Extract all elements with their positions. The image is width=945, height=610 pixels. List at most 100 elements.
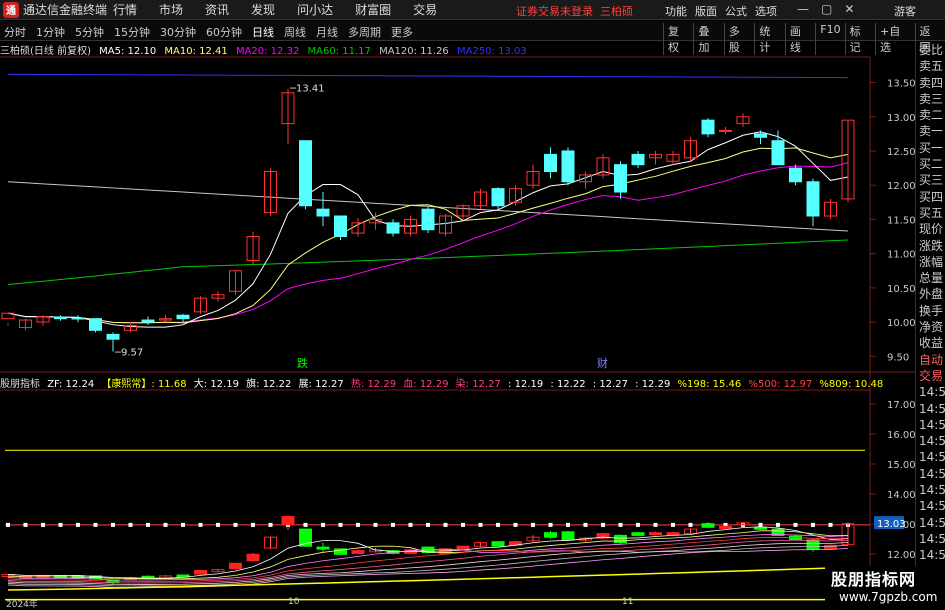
price-axis-label: 9.50 xyxy=(887,352,909,363)
ind-dot xyxy=(636,522,640,527)
ind-dot xyxy=(6,522,10,527)
quote-label: 14:56 xyxy=(919,385,945,400)
ma10-line xyxy=(7,147,849,324)
quote-label: 14:56 xyxy=(919,417,945,432)
kline-chart[interactable]: 13.50 13.00 12.50 12.00 11.50 11.00 10.50 10.00… xyxy=(0,0,915,609)
quote-label: 委比 xyxy=(919,43,944,57)
candle-body xyxy=(544,153,557,173)
ind-current-label: 13.03 xyxy=(877,519,906,530)
quote-label: 卖二 xyxy=(919,108,944,123)
quote-label: 净资 xyxy=(919,320,944,335)
date-nov: 11 xyxy=(622,597,634,607)
quote-label: 现价 xyxy=(919,222,944,237)
watermark-url: www.7gpzb.com xyxy=(839,590,938,604)
ind-dot xyxy=(618,522,623,527)
quote-label: 14:56 xyxy=(919,548,945,563)
ind-dot xyxy=(23,522,28,527)
quote-label: 卖五 xyxy=(919,59,944,74)
quote-label: 交易 xyxy=(919,368,944,383)
quote-label: 14:56 xyxy=(919,531,945,546)
ind-candle-body xyxy=(351,550,365,554)
ind-candle-body xyxy=(666,532,680,536)
candle-body xyxy=(71,317,85,320)
ind-candle-body xyxy=(631,532,645,536)
ind-candle-body xyxy=(316,546,330,550)
quote-label: 总量 xyxy=(919,271,944,286)
candle-body xyxy=(491,188,505,207)
ind-axis-label: 15.00 xyxy=(887,460,915,471)
ind-dot xyxy=(163,522,168,527)
quote-label: 14:56 xyxy=(919,483,945,498)
price-axis-label: 12.50 xyxy=(887,147,915,158)
candle-body xyxy=(386,222,400,234)
ind-dot xyxy=(688,522,693,527)
ind-axis-label: 14.00 xyxy=(887,490,915,501)
ind-dot xyxy=(76,522,80,527)
date-year: 2024年 xyxy=(6,600,38,610)
ind-candle-body xyxy=(229,562,242,570)
ind-dot xyxy=(58,522,63,527)
ind-dot xyxy=(338,522,343,527)
candle-body xyxy=(701,119,715,135)
ind-dot xyxy=(513,522,518,527)
price-axis-label: 10.50 xyxy=(887,284,915,295)
ind-dot xyxy=(198,522,203,527)
ind-dot xyxy=(111,522,115,527)
quote-label: 外盘 xyxy=(919,287,944,302)
ind-dot xyxy=(601,522,605,527)
ind-dot xyxy=(41,522,45,527)
quote-label: 14:56 xyxy=(919,515,945,530)
candle-body xyxy=(614,164,627,193)
candle-body xyxy=(334,215,347,238)
candle-body xyxy=(771,140,785,166)
quote-label: 涨跌 xyxy=(919,238,944,253)
quote-label: 自动 xyxy=(919,352,944,367)
ind-candle-body xyxy=(561,531,575,541)
ind-candle-body xyxy=(246,553,260,562)
price-axis-label: 10.00 xyxy=(887,318,915,329)
ind-dot xyxy=(583,522,588,527)
price-high-label: ─13.41 xyxy=(289,84,325,95)
candle-body xyxy=(806,181,820,217)
ma250-line xyxy=(7,73,849,79)
ind-dot xyxy=(408,522,413,527)
quote-label: 卖三 xyxy=(919,91,944,106)
quote-label: 买二 xyxy=(919,157,944,172)
candle-body xyxy=(54,316,67,320)
ind-dot xyxy=(303,522,308,527)
quote-label: 14:56 xyxy=(919,499,945,514)
ind-dot xyxy=(653,522,658,527)
ind-dot xyxy=(321,522,325,527)
ind-dot xyxy=(356,522,360,527)
candle-body xyxy=(719,129,732,132)
ind-dot xyxy=(548,522,553,527)
date-axis: 2024年 10 11 xyxy=(0,597,870,610)
ind-dot xyxy=(758,522,763,527)
quote-label: 买三 xyxy=(919,173,944,188)
quote-label: 涨幅 xyxy=(919,254,944,269)
watermark-title: 股朋指标网 xyxy=(831,570,917,589)
quote-label: 买四 xyxy=(919,189,944,204)
ind-candle-body xyxy=(544,532,557,538)
ind-dot xyxy=(216,522,220,527)
ind-dot xyxy=(793,522,798,527)
candle-body xyxy=(106,333,120,340)
quote-label: 收益 xyxy=(919,336,944,351)
ind-dot xyxy=(93,522,98,527)
ma60-line xyxy=(7,239,849,285)
quote-label: 买一 xyxy=(919,140,944,155)
ind-dot xyxy=(496,522,500,527)
ind-axis-label: 16.00 xyxy=(887,430,915,441)
quote-label: 卖四 xyxy=(919,75,944,90)
ind-dot xyxy=(391,522,395,527)
ind-candle-body xyxy=(281,516,295,526)
quote-label: 买五 xyxy=(919,205,944,220)
ind-dot xyxy=(811,522,815,527)
quote-label: 14:56 xyxy=(919,401,945,416)
quote-panel: 委比 卖五 卖四 卖三 卖二 卖一 买一 买二 买三 买四 买五 现价 涨跌 涨幅 总量 外盘 换手 净资 收益 自动… xyxy=(915,42,945,609)
ind-dot xyxy=(373,522,378,527)
ind-candle-body xyxy=(649,532,662,536)
ind-dot xyxy=(671,522,675,527)
candle-body xyxy=(789,167,802,183)
ind-candle-body xyxy=(194,570,207,575)
